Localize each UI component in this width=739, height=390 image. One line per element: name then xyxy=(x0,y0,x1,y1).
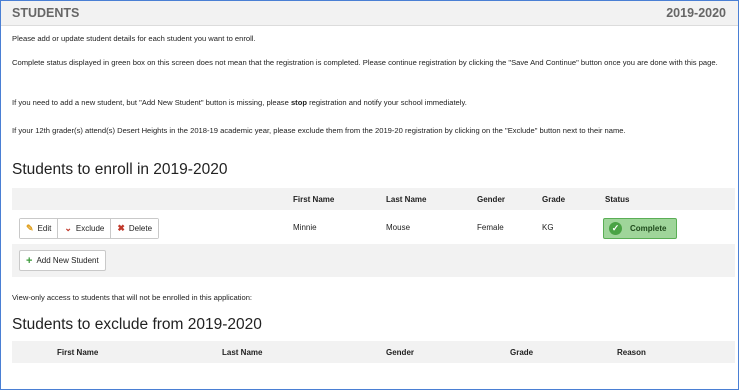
edit-label: Edit xyxy=(37,224,52,233)
col-gender: Gender xyxy=(386,348,415,357)
school-year: 2019-2020 xyxy=(666,6,726,20)
pencil-icon: ✎ xyxy=(26,223,34,233)
col-last-name: Last Name xyxy=(386,195,427,204)
chevron-down-icon: ⌄ xyxy=(64,223,72,233)
add-student-notice-end: registration and notify your school imme… xyxy=(306,98,467,107)
exclude-heading: Students to exclude from 2019-2020 xyxy=(12,316,262,333)
students-panel: STUDENTS 2019-2020 Please add or update … xyxy=(0,0,739,390)
col-first-name: First Name xyxy=(57,348,99,357)
add-new-student-button[interactable]: + Add New Student xyxy=(19,250,106,271)
status-complete-button[interactable]: ✓ Complete xyxy=(603,218,677,239)
exclude-label: Exclude xyxy=(75,224,105,233)
col-grade: Grade xyxy=(510,348,534,357)
table-row: ✎ Edit ⌄ Exclude ✖ Delete Minnie Mouse F… xyxy=(12,211,735,245)
plus-icon: + xyxy=(26,254,33,267)
first-name-cell: Minnie xyxy=(293,223,317,232)
exclude-button[interactable]: ⌄ Exclude xyxy=(58,219,112,238)
delete-label: Delete xyxy=(128,224,153,233)
col-status: Status xyxy=(605,195,630,204)
grade-cell: KG xyxy=(542,223,554,232)
exclude-notice: If your 12th grader(s) attend(s) Desert … xyxy=(12,126,626,135)
row-actions: ✎ Edit ⌄ Exclude ✖ Delete xyxy=(19,218,160,239)
col-first-name: First Name xyxy=(293,195,335,204)
add-student-row: + Add New Student xyxy=(12,244,735,277)
last-name-cell: Mouse xyxy=(386,223,411,232)
add-new-student-label: Add New Student xyxy=(36,256,99,265)
col-reason: Reason xyxy=(617,348,646,357)
add-student-notice-stop: stop xyxy=(290,98,307,107)
x-icon: ✖ xyxy=(117,223,125,233)
add-student-notice: If you need to add a new student, but "A… xyxy=(12,97,732,108)
col-last-name: Last Name xyxy=(222,348,263,357)
view-only-notice: View-only access to students that will n… xyxy=(12,293,253,302)
status-label: Complete xyxy=(630,224,667,233)
delete-button[interactable]: ✖ Delete xyxy=(111,219,159,238)
add-student-notice-start: If you need to add a new student, but "A… xyxy=(12,98,291,107)
enroll-heading: Students to enroll in 2019-2020 xyxy=(12,161,228,178)
enroll-table-header: First Name Last Name Gender Grade Status xyxy=(12,188,735,210)
gender-cell: Female xyxy=(477,223,504,232)
intro-text: Please add or update student details for… xyxy=(12,34,256,43)
page-title: STUDENTS xyxy=(12,6,80,20)
exclude-table-header: First Name Last Name Gender Grade Reason xyxy=(12,341,735,363)
edit-button[interactable]: ✎ Edit xyxy=(20,219,59,238)
check-circle-icon: ✓ xyxy=(609,222,622,235)
panel-header: STUDENTS 2019-2020 xyxy=(1,1,738,26)
col-grade: Grade xyxy=(542,195,566,204)
col-gender: Gender xyxy=(477,195,506,204)
status-notice: Complete status displayed in green box o… xyxy=(12,58,718,67)
